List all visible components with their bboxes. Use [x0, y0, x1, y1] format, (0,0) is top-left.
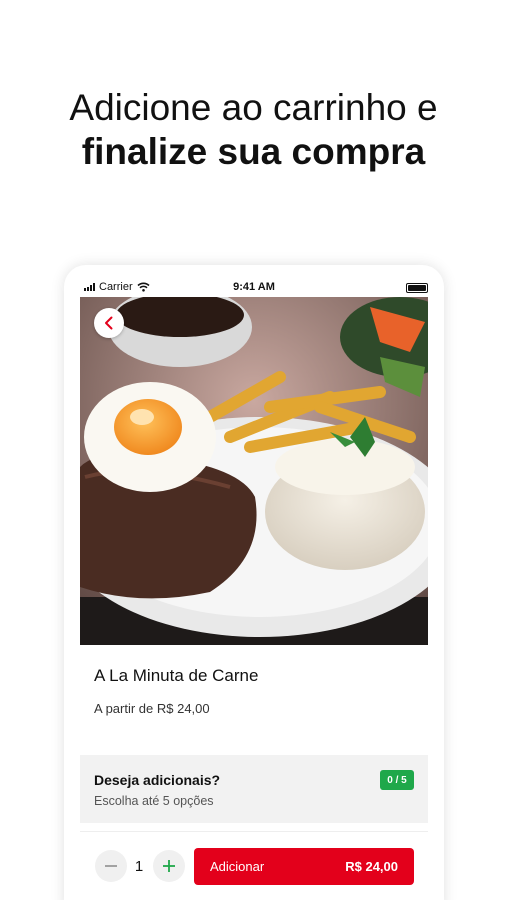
product-price: A partir de R$ 24,00 — [94, 701, 210, 716]
add-to-cart-total: R$ 24,00 — [345, 859, 398, 874]
status-time: 9:41 AM — [233, 281, 275, 293]
product-name: A La Minuta de Carne — [94, 666, 259, 685]
status-bar: Carrier 9:41 AM — [64, 265, 444, 297]
add-to-cart-label: Adicionar — [210, 859, 265, 874]
addons-count-badge: 0 / 5 — [380, 770, 414, 790]
headline-line-2: finalize sua compra — [81, 131, 426, 172]
phone-mockup: Carrier 9:41 AM A La Minuta de Carne A p… — [64, 265, 444, 900]
add-to-cart-button[interactable]: Adicionar R$ 24,00 — [194, 848, 414, 885]
increase-quantity-button[interactable] — [153, 850, 185, 882]
headline-line-1: Adicione ao carrinho e — [69, 87, 438, 128]
product-info: A La Minuta de Carne A partir de R$ 24,0… — [80, 645, 428, 753]
addons-section[interactable]: Deseja adicionais? Escolha até 5 opções … — [80, 755, 428, 823]
addons-subtitle: Escolha até 5 opções — [94, 794, 214, 808]
chevron-left-icon — [105, 316, 113, 330]
plus-icon — [163, 860, 175, 872]
minus-icon — [105, 865, 117, 867]
headline: Adicione ao carrinho e finalize sua comp… — [0, 86, 507, 174]
decrease-quantity-button[interactable] — [95, 850, 127, 882]
quantity-value: 1 — [134, 858, 144, 875]
product-photo — [80, 297, 428, 645]
battery-icon — [406, 283, 428, 293]
addons-title: Deseja adicionais? — [94, 772, 221, 788]
back-button[interactable] — [94, 308, 124, 338]
footer-divider — [80, 831, 428, 832]
